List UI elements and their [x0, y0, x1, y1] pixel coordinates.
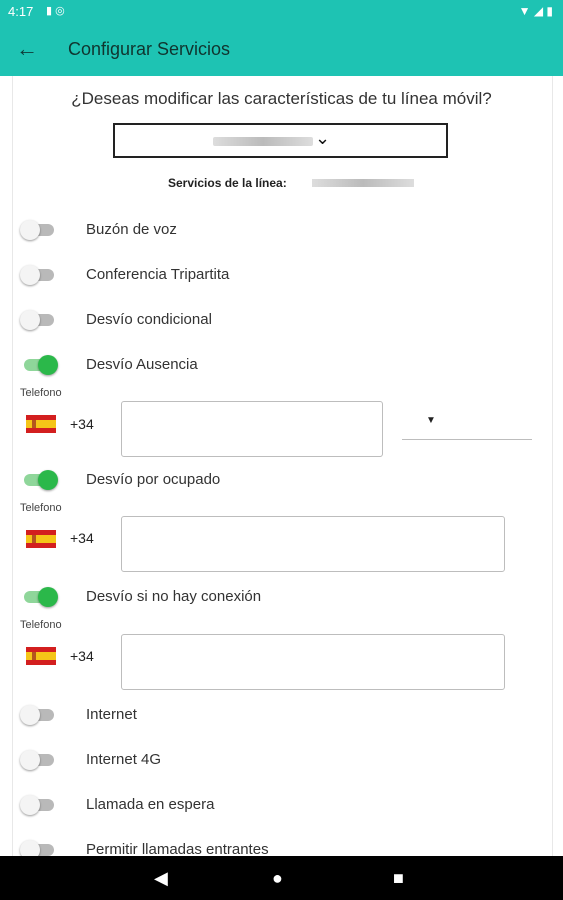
- service-toggle[interactable]: [20, 220, 56, 240]
- sd-card-icon: ▮: [46, 5, 53, 17]
- service-row-desvio-condicional[interactable]: Desvío condicional: [20, 308, 520, 332]
- signal-icon: ◢: [533, 4, 544, 18]
- phone-label: Telefono: [20, 502, 62, 514]
- country-code: +34: [70, 530, 94, 546]
- service-row-desvio-sin-conexion[interactable]: Desvío si no hay conexión: [20, 585, 520, 609]
- service-label: Llamada en espera: [86, 796, 215, 813]
- service-toggle[interactable]: [20, 795, 56, 815]
- country-code: +34: [70, 416, 94, 432]
- service-toggle[interactable]: [20, 750, 56, 770]
- service-toggle[interactable]: [20, 355, 58, 375]
- service-toggle[interactable]: [20, 470, 58, 490]
- line-select[interactable]: ⌄: [113, 123, 448, 158]
- wifi-icon: ▼: [518, 4, 531, 18]
- service-label: Desvío Ausencia: [86, 356, 198, 373]
- battery-icon: ▮: [546, 4, 553, 18]
- question-text: ¿Deseas modificar las características de…: [71, 89, 492, 108]
- page-title: Configurar Servicios: [68, 39, 231, 59]
- spain-flag-icon[interactable]: [26, 530, 56, 548]
- status-left-icons: ▮ ◎: [46, 4, 65, 17]
- phone-input[interactable]: [121, 516, 505, 572]
- phone-label: Telefono: [20, 619, 62, 631]
- phone-input[interactable]: [121, 634, 505, 690]
- service-label: Desvío condicional: [86, 311, 212, 328]
- service-label: Desvío por ocupado: [86, 471, 221, 488]
- status-bar: 4:17 ▮ ◎ ▼ ◢ ▮: [0, 0, 563, 24]
- nav-recents-icon[interactable]: ■: [393, 868, 404, 889]
- content-card: [12, 76, 553, 856]
- service-toggle[interactable]: [20, 587, 58, 607]
- dropdown-arrow-icon: ▼: [426, 415, 436, 426]
- service-row-conferencia[interactable]: Conferencia Tripartita: [20, 263, 520, 287]
- spain-flag-icon[interactable]: [26, 647, 56, 665]
- country-code: +34: [70, 648, 94, 664]
- service-row-llamada-espera[interactable]: Llamada en espera: [20, 793, 520, 817]
- service-row-buzon[interactable]: Buzón de voz: [20, 218, 520, 242]
- service-row-desvio-ocupado[interactable]: Desvío por ocupado: [20, 468, 520, 492]
- service-toggle[interactable]: [20, 265, 56, 285]
- line-number-redacted: [312, 179, 414, 187]
- service-label: Conferencia Tripartita: [86, 266, 230, 283]
- nav-home-icon[interactable]: ●: [272, 868, 283, 889]
- service-label: Internet: [86, 706, 137, 723]
- service-row-internet-4g[interactable]: Internet 4G: [20, 748, 520, 772]
- service-row-desvio-ausencia[interactable]: Desvío Ausencia: [20, 353, 520, 377]
- service-label: Buzón de voz: [86, 221, 177, 238]
- navigation-bar: ◀ ● ■: [0, 856, 563, 900]
- status-right-icons: ▼ ◢ ▮: [519, 4, 553, 18]
- nav-back-icon[interactable]: ◀: [154, 868, 168, 889]
- back-arrow-icon[interactable]: ←: [16, 36, 38, 62]
- service-row-internet[interactable]: Internet: [20, 703, 520, 727]
- app-bar: ← Configurar Servicios: [0, 24, 563, 76]
- line-select-value-redacted: [213, 137, 313, 146]
- service-label: Desvío si no hay conexión: [86, 588, 262, 605]
- phone-label: Telefono: [20, 387, 62, 399]
- chevron-down-icon: ⌄: [315, 128, 331, 148]
- status-time: 4:17: [8, 4, 34, 19]
- services-label: Servicios de la línea:: [168, 176, 287, 190]
- spain-flag-icon[interactable]: [26, 415, 56, 433]
- phone-input[interactable]: [121, 401, 383, 457]
- forward-delay-dropdown[interactable]: ▼: [402, 413, 532, 440]
- service-toggle[interactable]: [20, 705, 56, 725]
- sync-icon: ◎: [55, 5, 65, 17]
- service-label: Internet 4G: [86, 751, 162, 768]
- service-toggle[interactable]: [20, 310, 56, 330]
